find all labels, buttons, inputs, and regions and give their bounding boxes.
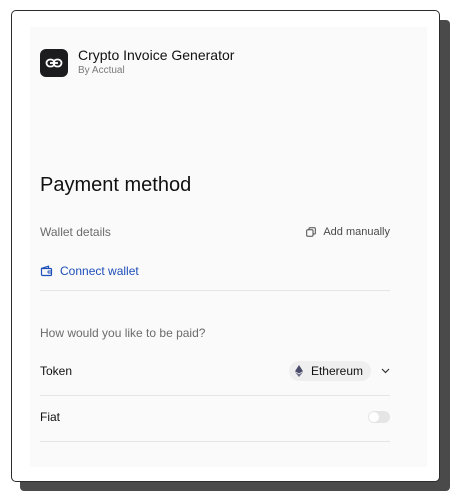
divider: [40, 395, 390, 396]
wallet-icon: [40, 265, 53, 277]
app-subtitle: By Acctual: [78, 65, 125, 76]
app-logo: [40, 48, 68, 77]
ethereum-icon: [294, 365, 303, 377]
fiat-toggle[interactable]: [368, 411, 390, 423]
token-selected-value: Ethereum: [310, 364, 363, 378]
wallet-details-label: Wallet details: [40, 225, 111, 239]
payment-question: How would you like to be paid?: [40, 326, 206, 340]
app-title: Crypto Invoice Generator: [78, 47, 235, 63]
fiat-label: Fiat: [40, 410, 61, 424]
chevron-down-icon: [381, 368, 390, 374]
connect-wallet-label: Connect wallet: [60, 264, 139, 278]
fiat-row: Fiat: [40, 410, 390, 424]
wallet-details-row: Wallet details Add manually: [40, 225, 390, 239]
payment-method-title: Payment method: [40, 174, 192, 196]
token-row: Token Ethereum: [40, 361, 390, 381]
invoice-card: Crypto Invoice Generator By Acctual Paym…: [11, 10, 440, 482]
add-manually-button[interactable]: Add manually: [306, 226, 390, 238]
content-panel: [30, 27, 427, 467]
connect-wallet-button[interactable]: Connect wallet: [40, 264, 139, 278]
token-label: Token: [40, 364, 73, 378]
token-pill: Ethereum: [288, 361, 371, 381]
divider: [40, 441, 390, 442]
copy-icon: [306, 227, 317, 237]
token-select[interactable]: Ethereum: [288, 361, 390, 381]
app-header: Crypto Invoice Generator By Acctual: [40, 47, 234, 78]
toggle-knob: [369, 412, 379, 422]
add-manually-label: Add manually: [323, 226, 390, 238]
divider: [40, 290, 390, 291]
link-icon: [45, 58, 63, 67]
